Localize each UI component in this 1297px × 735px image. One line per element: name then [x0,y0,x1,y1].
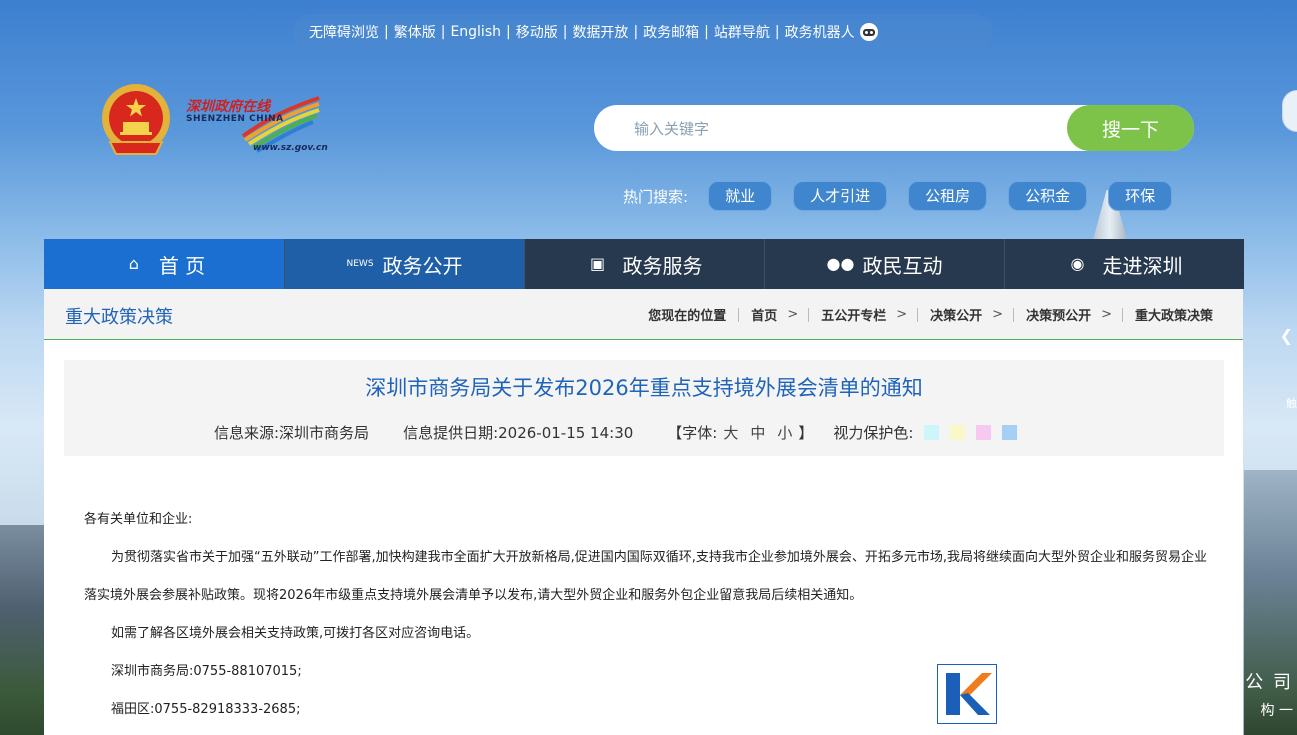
nav-gov-services-label: 政务服务 [622,253,703,278]
nav-home[interactable]: ⌂ 首 页 [44,239,284,289]
section-title: 重大政策决策 [65,307,173,328]
expo-logo[interactable] [937,664,997,724]
font-size-medium[interactable]: 中 [750,422,765,443]
chat-icon: ◉ [1070,254,1085,273]
nav-interaction-label: 政民互动 [862,253,943,278]
top-links-bar: 无障碍浏览 | 繁体版 | English | 移动版 | 数据开放 | 政务邮… [293,14,993,50]
background-sign-text-2: 构 一 [1260,703,1293,719]
nav-about-shenzhen-label: 走进深圳 [1102,253,1183,278]
nav-gov-affairs-open[interactable]: NEWS 政务公开 [284,239,524,289]
news-icon: NEWS [346,259,374,269]
floating-side-widget[interactable] [1282,90,1297,132]
article-source: 信息来源:深圳市商务局 [214,424,370,442]
brand-chinese-text: 深圳政府在线 [186,99,270,115]
article-body: 各有关单位和企业: 为贯彻落实省市关于加强“五外联动”工作部署,加快构建我市全面… [84,501,1209,729]
background-sign-text: 公 司 [1245,672,1293,693]
article-paragraph: 各有关单位和企业: [84,512,193,527]
breadcrumb-decision-open[interactable]: 决策公开 [930,305,982,324]
link-accessibility[interactable]: 无障碍浏览 [309,22,379,42]
brand-english-text: SHENZHEN CHINA [186,114,284,124]
search-box: 搜一下 [594,105,1194,153]
article-paragraph: 为贯彻落实省市关于加强“五外联动”工作部署,加快构建我市全面扩大开放新格局,促进… [84,550,1208,603]
separator: | [562,24,568,40]
separator: | [384,24,389,40]
nav-gov-affairs-open-label: 政务公开 [382,253,463,278]
main-nav: ⌂ 首 页 NEWS 政务公开 ▣ 政务服务 ●● 政民互动 ◉ 走进深圳 [44,239,1244,289]
breadcrumb-home[interactable]: 首页 [751,305,777,324]
link-mobile[interactable]: 移动版 [516,22,558,42]
breadcrumb-separator: > [1101,307,1112,322]
monitor-icon: ▣ [589,254,606,273]
breadcrumb-bar: 重大政策决策 您现在的位置 首页 > 五公开专栏 > 决策公开 > 决策预公开 … [44,289,1243,340]
separator: | [506,24,511,40]
side-label: 触 [1286,397,1297,410]
article-header: 深圳市商务局关于发布2026年重点支持境外展会清单的通知 信息来源:深圳市商务局… [64,360,1224,456]
article-title: 深圳市商务局关于发布2026年重点支持境外展会清单的通知 [365,376,923,400]
background-skyline-left [0,525,44,735]
hot-search: 热门搜索: 就业 人才引进 公租房 公积金 环保 [623,181,1193,211]
content-card: 重大政策决策 您现在的位置 首页 > 五公开专栏 > 决策公开 > 决策预公开 … [44,289,1243,735]
article-paragraph: 如需了解各区境外展会相关支持政策,可拨打各区对应咨询电话。 [111,626,480,641]
nav-about-shenzhen[interactable]: ◉ 走进深圳 [1004,239,1244,289]
breadcrumb-separator: > [992,307,1004,322]
hot-tag-talent[interactable]: 人才引进 [793,181,888,211]
eye-care-label: 视力保护色: [833,424,914,442]
nav-interaction[interactable]: ●● 政民互动 [764,239,1004,289]
robot-icon[interactable] [859,22,879,42]
breadcrumb-major-policy[interactable]: 重大政策决策 [1135,305,1213,324]
breadcrumb-five-open[interactable]: 五公开专栏 [821,305,886,324]
hot-tag-housing-fund[interactable]: 公积金 [1008,181,1088,211]
font-size-close: 】 [798,424,814,442]
divider [808,307,810,322]
divider [1013,307,1015,322]
article-meta: 信息来源:深圳市商务局 信息提供日期:2026-01-15 14:30 【字体:… [214,422,1018,443]
nav-gov-services[interactable]: ▣ 政务服务 [524,239,764,289]
separator: | [704,24,709,40]
search-input[interactable] [632,105,1056,153]
hot-tag-environment[interactable]: 环保 [1108,181,1173,211]
link-site-nav[interactable]: 站群导航 [714,22,770,42]
national-emblem-logo[interactable] [96,80,176,162]
article-paragraph: 深圳市商务局:0755-88107015; [111,664,302,679]
link-gov-robot[interactable]: 政务机器人 [785,22,855,42]
separator: | [633,24,639,40]
hot-search-label: 热门搜索: [623,187,689,206]
eye-care-color-yellow[interactable] [950,425,966,440]
separator: | [774,24,780,40]
divider [1121,307,1123,322]
nav-home-label: 首 页 [158,253,206,278]
link-open-data[interactable]: 数据开放 [572,22,628,42]
breadcrumb-decision-preopen[interactable]: 决策预公开 [1026,305,1091,324]
hot-tag-public-housing[interactable]: 公租房 [908,181,988,211]
font-size-small[interactable]: 小 [777,422,792,443]
brand-url-text: www.sz.gov.cn [253,143,328,153]
people-icon: ●● [826,254,855,273]
breadcrumb-separator: > [787,307,799,322]
eye-care-color-blue[interactable] [1002,425,1018,440]
breadcrumb-separator: > [896,307,908,322]
font-size-label: 【字体: [667,424,718,442]
hot-tag-employment[interactable]: 就业 [708,181,773,211]
eye-care-color-cyan[interactable] [924,425,940,440]
background-skyline-right [1244,470,1297,735]
divider [738,307,740,322]
separator: | [440,24,446,40]
font-size-large[interactable]: 大 [723,422,738,443]
link-english[interactable]: English [450,24,501,40]
home-icon: ⌂ [128,254,139,273]
search-button[interactable]: 搜一下 [1067,105,1194,151]
article-date: 信息提供日期:2026-01-15 14:30 [403,424,634,442]
side-arrow-icon[interactable]: ❮ [1280,326,1293,345]
article-paragraph: 福田区:0755-82918333-2685; [111,702,301,717]
breadcrumb: 您现在的位置 首页 > 五公开专栏 > 决策公开 > 决策预公开 > 重大政策决… [648,305,1213,324]
link-gov-mail[interactable]: 政务邮箱 [643,22,699,42]
divider [917,307,919,322]
eye-care-color-pink[interactable] [976,425,992,440]
breadcrumb-label: 您现在的位置 [648,309,727,324]
link-traditional[interactable]: 繁体版 [394,22,436,42]
